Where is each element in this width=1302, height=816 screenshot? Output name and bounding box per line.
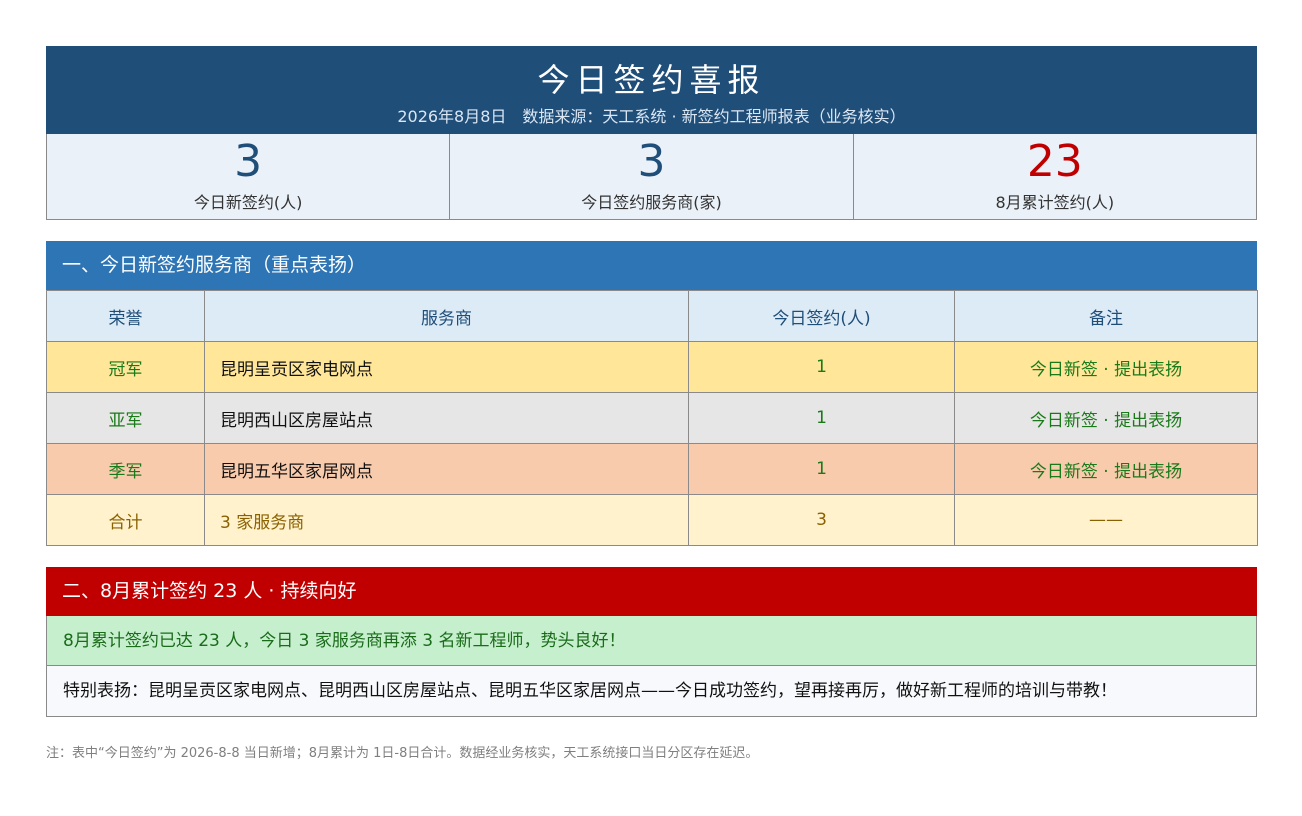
table-row: 季军 昆明五华区家居网点 1 今日新签 · 提出表扬	[46, 443, 1258, 495]
honor-cell: 季军	[46, 443, 205, 495]
count-cell: 1	[688, 392, 955, 444]
column-header-count: 今日签约(人)	[688, 290, 955, 342]
section-providers: 一、今日新签约服务商（重点表扬） 荣誉 服务商 今日签约(人) 备注 冠军 昆明…	[46, 241, 1258, 546]
table-row: 亚军 昆明西山区房屋站点 1 今日新签 · 提出表扬	[46, 392, 1258, 444]
provider-cell: 昆明呈贡区家电网点	[204, 341, 689, 393]
total-remark-cell: ——	[954, 494, 1258, 546]
column-header-provider: 服务商	[204, 290, 689, 342]
total-count-cell: 3	[688, 494, 955, 546]
stat-label: 8月累计签约(人)	[995, 193, 1115, 212]
page-subtitle: 2026年8月8日 数据来源：天工系统 · 新签约工程师报表（业务核实）	[397, 107, 906, 126]
praise-message: 特别表扬：昆明呈贡区家电网点、昆明西山区房屋站点、昆明五华区家居网点——今日成功…	[46, 666, 1257, 717]
table-total-row: 合计 3 家服务商 3 ——	[46, 494, 1258, 546]
count-cell: 1	[688, 443, 955, 495]
table-header-row: 荣誉 服务商 今日签约(人) 备注	[46, 290, 1258, 342]
section-heading: 一、今日新签约服务商（重点表扬）	[46, 241, 1257, 290]
total-provider-cell: 3 家服务商	[204, 494, 689, 546]
stats-bar: 3 今日新签约(人) 3 今日签约服务商(家) 23 8月累计签约(人)	[46, 134, 1257, 220]
footnote: 注：表中“今日签约”为 2026-8-8 当日新增；8月累计为 1日-8日合计。…	[46, 746, 759, 761]
providers-table: 荣誉 服务商 今日签约(人) 备注 冠军 昆明呈贡区家电网点 1 今日新签 · …	[46, 290, 1258, 546]
section-monthly: 二、8月累计签约 23 人 · 持续向好 8月累计签约已达 23 人，今日 3 …	[46, 567, 1257, 717]
column-header-remark: 备注	[954, 290, 1258, 342]
column-header-honor: 荣誉	[46, 290, 205, 342]
stat-providers: 3 今日签约服务商(家)	[450, 134, 854, 219]
report-header: 今日签约喜报 2026年8月8日 数据来源：天工系统 · 新签约工程师报表（业务…	[46, 46, 1257, 134]
stat-monthly-total: 23 8月累计签约(人)	[854, 134, 1256, 219]
stat-new-signed: 3 今日新签约(人)	[47, 134, 451, 219]
remark-cell: 今日新签 · 提出表扬	[954, 392, 1258, 444]
stat-value: 3	[234, 136, 263, 187]
honor-cell: 亚军	[46, 392, 205, 444]
report: 今日签约喜报 2026年8月8日 数据来源：天工系统 · 新签约工程师报表（业务…	[46, 46, 1258, 761]
provider-cell: 昆明五华区家居网点	[204, 443, 689, 495]
stat-value: 23	[1026, 136, 1083, 187]
remark-cell: 今日新签 · 提出表扬	[954, 443, 1258, 495]
page-title: 今日签约喜报	[537, 61, 766, 99]
monthly-message: 8月累计签约已达 23 人，今日 3 家服务商再添 3 名新工程师，势头良好！	[46, 616, 1257, 666]
stat-label: 今日新签约(人)	[193, 193, 303, 212]
table-row: 冠军 昆明呈贡区家电网点 1 今日新签 · 提出表扬	[46, 341, 1258, 393]
total-label-cell: 合计	[46, 494, 205, 546]
honor-cell: 冠军	[46, 341, 205, 393]
count-cell: 1	[688, 341, 955, 393]
stat-label: 今日签约服务商(家)	[581, 193, 722, 212]
stat-value: 3	[637, 136, 666, 187]
remark-cell: 今日新签 · 提出表扬	[954, 341, 1258, 393]
provider-cell: 昆明西山区房屋站点	[204, 392, 689, 444]
section-heading: 二、8月累计签约 23 人 · 持续向好	[46, 567, 1257, 616]
